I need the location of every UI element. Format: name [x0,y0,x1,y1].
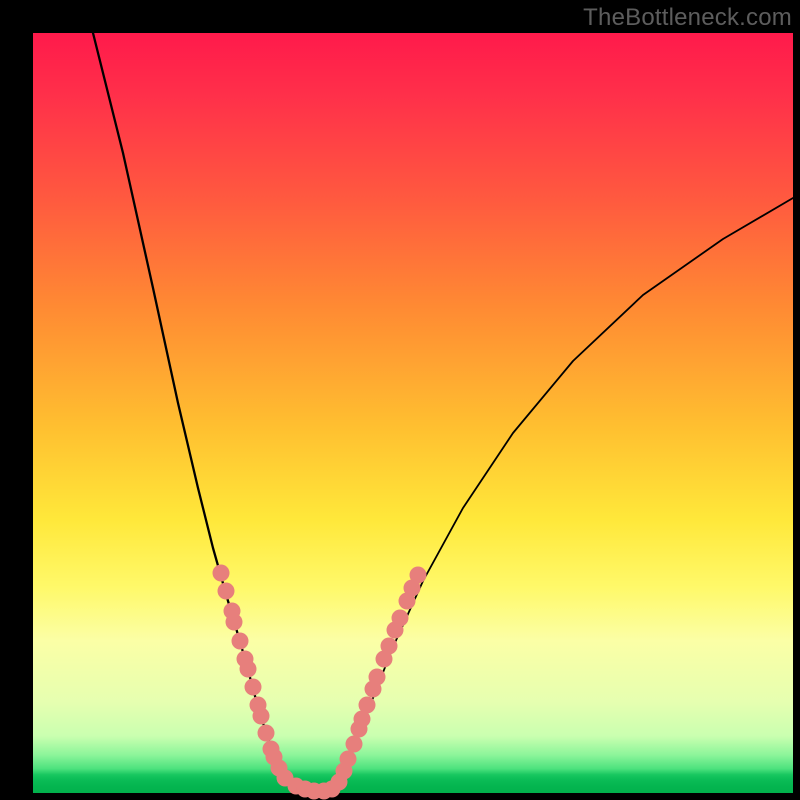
data-marker [346,736,363,753]
data-marker [359,697,376,714]
left-curve-path [93,33,296,789]
data-marker [232,633,249,650]
data-marker [218,583,235,600]
data-marker [226,614,243,631]
data-marker [369,669,386,686]
data-marker [240,661,257,678]
data-marker [410,567,427,584]
data-marker [213,565,230,582]
data-marker [258,725,275,742]
plot-area [33,33,793,793]
data-marker [340,751,357,768]
data-marker [381,638,398,655]
data-marker [392,610,409,627]
data-marker [245,679,262,696]
chart-frame: TheBottleneck.com [0,0,800,800]
right-curve-path [333,198,793,790]
data-marker [253,708,270,725]
marker-group [213,565,427,800]
watermark-text: TheBottleneck.com [583,4,792,32]
curve-layer [33,33,793,793]
